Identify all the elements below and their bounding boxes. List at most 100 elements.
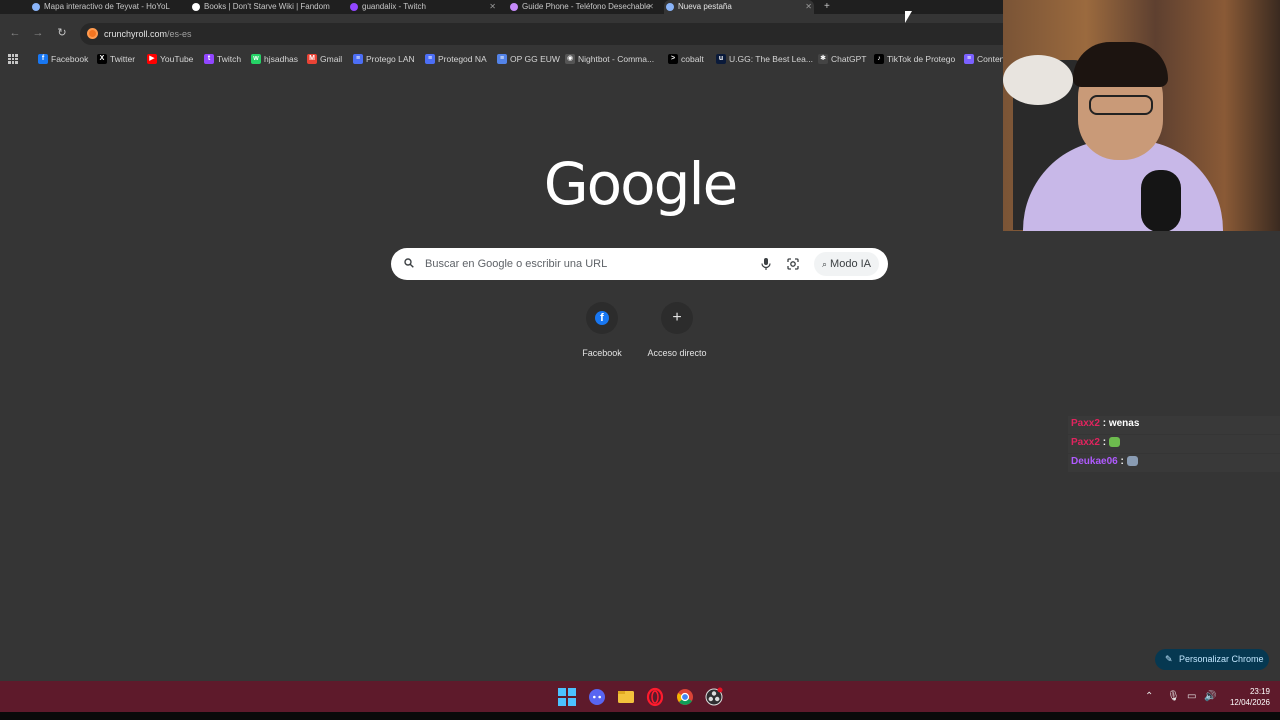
apps-grid-icon[interactable] xyxy=(8,54,18,64)
tiktok-icon: ♪ xyxy=(874,54,884,64)
customize-chrome-button[interactable]: ✎ Personalizar Chrome xyxy=(1155,649,1269,670)
reload-icon[interactable]: ↻ xyxy=(55,26,69,40)
plus-icon: + xyxy=(672,309,682,326)
youtube-icon: ▶ xyxy=(147,54,157,64)
close-icon[interactable]: ✕ xyxy=(805,0,812,14)
bookmark-label: Nightbot - Comma... xyxy=(578,54,655,64)
twitch-icon: t xyxy=(204,54,214,64)
tab-strip: Mapa interactivo de Teyvat - HoYoLAB Boo… xyxy=(0,0,1003,14)
volume-icon[interactable]: 🔊 xyxy=(1204,681,1216,712)
bookmark-tiktok-de-protego[interactable]: ♪ TikTok de Protego xyxy=(874,48,955,70)
discord-icon[interactable] xyxy=(587,687,607,707)
google-logo: Google xyxy=(543,150,739,218)
file-explorer-icon[interactable] xyxy=(616,687,636,707)
bookmark-label: Protego LAN xyxy=(366,54,415,64)
tab-favicon-icon xyxy=(32,3,40,11)
ai-search-icon: ⌕ xyxy=(822,259,828,269)
facebook-icon: f xyxy=(38,54,48,64)
shortcut-add[interactable]: + Acceso directo xyxy=(637,302,717,358)
chat-emote-icon xyxy=(1126,456,1138,467)
obs-studio-icon[interactable] xyxy=(704,687,724,707)
close-icon[interactable]: ✕ xyxy=(647,0,654,14)
ai-mode-label: Modo IA xyxy=(830,258,872,270)
google-lens-icon[interactable] xyxy=(786,257,800,271)
bookmark-protego-lan[interactable]: ≡ Protego LAN xyxy=(353,48,415,70)
x-icon: X xyxy=(97,54,107,64)
tab-dont-starve-wiki[interactable]: Books | Don't Starve Wiki | Fandom xyxy=(190,0,340,14)
bookmark-conten[interactable]: ≡ Conten xyxy=(964,48,1003,70)
chevron-up-icon[interactable]: ⌃ xyxy=(1145,681,1153,712)
bookmark-u-gg-the-best-lea[interactable]: u U.GG: The Best Lea... xyxy=(716,48,813,70)
clock-time: 23:19 xyxy=(1249,687,1270,696)
clock-date: 12/04/2026 xyxy=(1229,698,1270,707)
windows-start-icon[interactable] xyxy=(557,687,577,707)
webcam-person-glasses xyxy=(1089,95,1153,115)
tab-new-tab[interactable]: Nueva pestaña ✕ xyxy=(664,0,814,14)
gmail-icon: M xyxy=(307,54,317,64)
network-icon[interactable]: ▭ xyxy=(1187,681,1196,712)
bookmark-label: Facebook xyxy=(51,54,89,64)
bookmark-label: hjsadhas xyxy=(264,54,299,64)
list-icon: ≡ xyxy=(964,54,974,64)
bookmark-label: ChatGPT xyxy=(831,54,867,64)
tab-teyvat-map[interactable]: Mapa interactivo de Teyvat - HoYoLAB xyxy=(30,0,170,14)
shortcut-tile: f xyxy=(586,302,618,334)
url-text[interactable]: crunchyroll.com/es-es xyxy=(104,23,192,45)
bookmarks-bar: f Facebook X Twitter ▶ YouTube t Twitch w hjsadha… xyxy=(0,48,1003,70)
doc-icon: ≡ xyxy=(353,54,363,64)
bookmark-twitch[interactable]: t Twitch xyxy=(204,48,241,70)
bookmark-label: Gmail xyxy=(320,54,343,64)
tab-title: Mapa interactivo de Teyvat - HoYoLAB xyxy=(44,2,170,11)
forward-arrow-icon[interactable]: → xyxy=(31,26,45,40)
bookmark-youtube[interactable]: ▶ YouTube xyxy=(147,48,193,70)
bookmark-label: Conten xyxy=(977,54,1003,64)
bookmark-nightbot-comma[interactable]: ◉ Nightbot - Comma... xyxy=(565,48,654,70)
bookmark-protegod-na[interactable]: ≡ Protegod NA xyxy=(425,48,487,70)
customize-label: Personalizar Chrome xyxy=(1179,654,1264,664)
search-placeholder[interactable]: Buscar en Google o escribir una URL xyxy=(425,248,607,280)
mouse-cursor-icon xyxy=(905,11,912,23)
bottom-letterbox xyxy=(0,712,1280,720)
tab-title: Nueva pestaña xyxy=(678,2,732,11)
bookmark-op-gg-euw[interactable]: ≡ OP GG EUW xyxy=(497,48,560,70)
stream-chat: Paxx2 : wenas Paxx2 : Deukae06 : xyxy=(1068,416,1280,473)
search-box[interactable]: Buscar en Google o escribir una URL ⌕ Mod… xyxy=(391,248,888,280)
screen: Mapa interactivo de Teyvat - HoYoLAB Boo… xyxy=(0,0,1280,720)
microphone-icon[interactable] xyxy=(760,257,772,271)
chat-username: Paxx2 xyxy=(1071,418,1100,429)
cobalt-icon: > xyxy=(668,54,678,64)
opera-gx-icon[interactable] xyxy=(645,687,665,707)
tab-guide-phone[interactable]: Guide Phone - Teléfono Desechable ✕ xyxy=(508,0,656,14)
tab-title: Guide Phone - Teléfono Desechable xyxy=(522,2,651,11)
tab-twitch[interactable]: guandalix - Twitch ✕ xyxy=(348,0,498,14)
shortcut-facebook[interactable]: f Facebook xyxy=(562,302,642,358)
address-bar[interactable]: crunchyroll.com/es-es xyxy=(80,23,1003,45)
chat-message: Deukae06 : xyxy=(1068,454,1280,472)
bookmark-chatgpt[interactable]: ✱ ChatGPT xyxy=(818,48,866,70)
url-host: crunchyroll.com xyxy=(104,29,168,39)
system-clock[interactable]: 23:19 12/04/2026 xyxy=(1224,686,1270,708)
new-tab-button[interactable]: + xyxy=(824,0,830,14)
webcam-overlay xyxy=(1003,0,1280,231)
bookmark-gmail[interactable]: M Gmail xyxy=(307,48,342,70)
shortcut-label: Acceso directo xyxy=(647,348,707,358)
ai-mode-button[interactable]: ⌕ Modo IA xyxy=(814,252,880,276)
bookmark-label: YouTube xyxy=(160,54,194,64)
bookmark-hjsadhas[interactable]: w hjsadhas xyxy=(251,48,298,70)
chat-emote-icon xyxy=(1108,437,1120,448)
webcam-person-hair xyxy=(1073,42,1168,87)
tab-favicon-icon xyxy=(192,3,200,11)
microphone-tray-icon[interactable]: 🎙 xyxy=(1167,681,1180,712)
chrome-icon[interactable] xyxy=(675,687,695,707)
bookmark-label: cobalt xyxy=(681,54,704,64)
bookmark-twitter[interactable]: X Twitter xyxy=(97,48,135,70)
chatgpt-icon: ✱ xyxy=(818,54,828,64)
url-path: /es-es xyxy=(167,29,192,39)
shortcut-label: Facebook xyxy=(582,348,622,358)
search-icon xyxy=(404,258,414,268)
close-icon[interactable]: ✕ xyxy=(489,0,496,14)
whatsapp-icon: w xyxy=(251,54,261,64)
back-arrow-icon[interactable]: ← xyxy=(8,26,22,40)
bookmark-facebook[interactable]: f Facebook xyxy=(38,48,88,70)
bookmark-cobalt[interactable]: > cobalt xyxy=(668,48,704,70)
